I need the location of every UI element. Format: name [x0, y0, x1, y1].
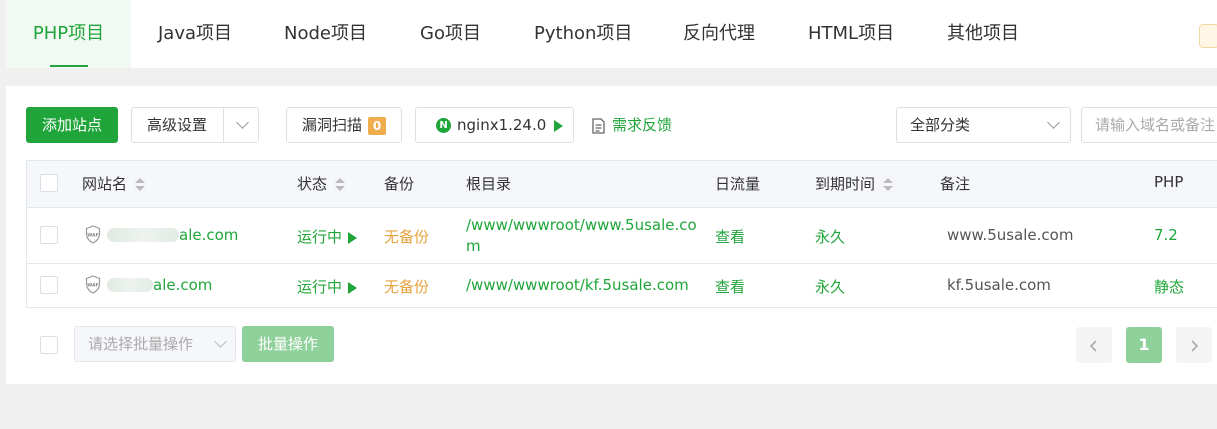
redacted-site-name — [107, 278, 153, 292]
expire-link[interactable]: 永久 — [815, 276, 845, 297]
root-path-line: /www/wwwroot/www.5usale.co — [466, 216, 697, 234]
header-site-label: 网站名 — [82, 175, 128, 193]
prev-page-button[interactable] — [1076, 327, 1112, 363]
traffic-view-link[interactable]: 查看 — [715, 276, 745, 297]
svg-text:WAF: WAF — [87, 283, 98, 289]
table-row: WAF ale.com 运行中 无备份 /www/wwwroot/www.5us… — [27, 207, 1217, 264]
select-all-bottom-checkbox[interactable] — [40, 336, 58, 354]
php-version-link[interactable]: 7.2 — [1154, 226, 1178, 244]
dropdown-divider — [223, 108, 224, 142]
header-backup: 备份 — [384, 175, 415, 193]
feedback-label: 需求反馈 — [612, 116, 673, 134]
status-running[interactable]: 运行中 — [297, 226, 358, 247]
advanced-settings-label: 高级设置 — [147, 116, 208, 134]
feedback-link[interactable]: 需求反馈 — [591, 107, 672, 143]
root-path-link[interactable]: /www/wwwroot/kf.5usale.com — [466, 276, 689, 294]
chevron-down-icon[interactable] — [236, 116, 249, 129]
batch-operation-select[interactable]: 请选择批量操作 — [74, 326, 236, 362]
status-label: 运行中 — [297, 228, 343, 246]
play-icon — [554, 119, 564, 132]
next-page-button[interactable] — [1176, 327, 1212, 363]
nginx-version: nginx1.24.0 — [457, 116, 547, 134]
tab-java[interactable]: Java项目 — [158, 0, 232, 68]
nginx-logo-icon: N — [436, 118, 451, 133]
tab-node[interactable]: Node项目 — [284, 0, 367, 68]
chevron-left-icon — [1089, 339, 1097, 352]
select-all-checkbox[interactable] — [40, 174, 58, 192]
header-status[interactable]: 状态 — [297, 173, 346, 194]
row-checkbox[interactable] — [40, 226, 58, 244]
feedback-icon — [592, 117, 605, 134]
traffic-view-link[interactable]: 查看 — [715, 226, 745, 247]
collapsed-tab-edge[interactable] — [1199, 24, 1217, 48]
chevron-down-icon — [1047, 116, 1060, 129]
category-value: 全部分类 — [910, 116, 971, 134]
batch-operation-button[interactable]: 批量操作 — [242, 326, 334, 362]
root-path-link[interactable]: /www/wwwroot/www.5usale.co m — [466, 215, 697, 257]
search-input[interactable]: 请输入域名或备注 — [1081, 107, 1217, 143]
play-icon — [348, 231, 358, 244]
remark-text[interactable]: www.5usale.com — [947, 226, 1073, 244]
header-root: 根目录 — [466, 175, 512, 193]
add-site-button[interactable]: 添加站点 — [26, 107, 118, 143]
svg-text:WAF: WAF — [87, 233, 98, 239]
sort-icon — [335, 177, 346, 192]
expire-link[interactable]: 永久 — [815, 226, 845, 247]
vuln-scan-label: 漏洞扫描 — [302, 116, 363, 134]
active-tab-underline — [50, 65, 88, 67]
row-checkbox[interactable] — [40, 276, 58, 294]
tab-go[interactable]: Go项目 — [420, 0, 481, 68]
backup-link[interactable]: 无备份 — [384, 276, 429, 297]
site-list-panel: 添加站点 高级设置 漏洞扫描 0 Nnginx1.24.0 需求反馈 全部分类 请… — [6, 86, 1217, 384]
tab-reverse-proxy[interactable]: 反向代理 — [683, 0, 755, 68]
table-row: WAF ale.com 运行中 无备份 /www/wwwroot/kf.5usa… — [27, 263, 1217, 308]
vuln-count-badge: 0 — [368, 116, 387, 135]
waf-shield-icon: WAF — [85, 225, 101, 244]
site-name-link[interactable]: ale.com — [179, 226, 238, 244]
status-running[interactable]: 运行中 — [297, 276, 358, 297]
root-path-line: m — [466, 237, 481, 255]
advanced-settings-dropdown[interactable]: 高级设置 — [131, 107, 259, 143]
header-traffic: 日流量 — [715, 175, 761, 193]
page-1-button[interactable]: 1 — [1126, 327, 1162, 363]
sort-icon — [883, 177, 894, 192]
tab-python[interactable]: Python项目 — [534, 0, 632, 68]
chevron-right-icon — [1191, 339, 1199, 352]
category-select[interactable]: 全部分类 — [896, 107, 1071, 143]
sort-icon — [135, 177, 146, 192]
vuln-scan-button[interactable]: 漏洞扫描 0 — [286, 107, 402, 143]
header-expire[interactable]: 到期时间 — [815, 173, 894, 194]
backup-link[interactable]: 无备份 — [384, 226, 429, 247]
play-icon — [348, 281, 358, 294]
tab-php-label: PHP项目 — [32, 23, 105, 44]
remark-text[interactable]: kf.5usale.com — [947, 276, 1051, 294]
header-remark: 备注 — [940, 175, 971, 193]
header-site[interactable]: 网站名 — [82, 173, 146, 194]
tab-php[interactable]: PHP项目 — [6, 0, 131, 68]
table-header: 网站名 状态 备份 根目录 日流量 到期时间 备注 PHP — [27, 161, 1217, 208]
tab-html[interactable]: HTML项目 — [808, 0, 894, 68]
tab-other[interactable]: 其他项目 — [947, 0, 1019, 68]
php-version-link[interactable]: 静态 — [1154, 276, 1184, 297]
site-table: 网站名 状态 备份 根目录 日流量 到期时间 备注 PHP WAF ale.co… — [26, 160, 1217, 308]
redacted-site-name — [107, 228, 179, 242]
header-expire-label: 到期时间 — [815, 175, 876, 193]
chevron-down-icon — [214, 335, 227, 348]
waf-shield-icon: WAF — [85, 275, 101, 294]
status-label: 运行中 — [297, 278, 343, 296]
header-status-label: 状态 — [297, 175, 328, 193]
search-placeholder: 请输入域名或备注 — [1095, 116, 1216, 134]
project-type-tabs: PHP项目 Java项目 Node项目 Go项目 Python项目 反向代理 H… — [6, 0, 1217, 68]
site-name-link[interactable]: ale.com — [153, 276, 212, 294]
nginx-button[interactable]: Nnginx1.24.0 — [415, 107, 574, 143]
header-php: PHP — [1154, 173, 1184, 191]
batch-select-placeholder: 请选择批量操作 — [88, 335, 194, 353]
